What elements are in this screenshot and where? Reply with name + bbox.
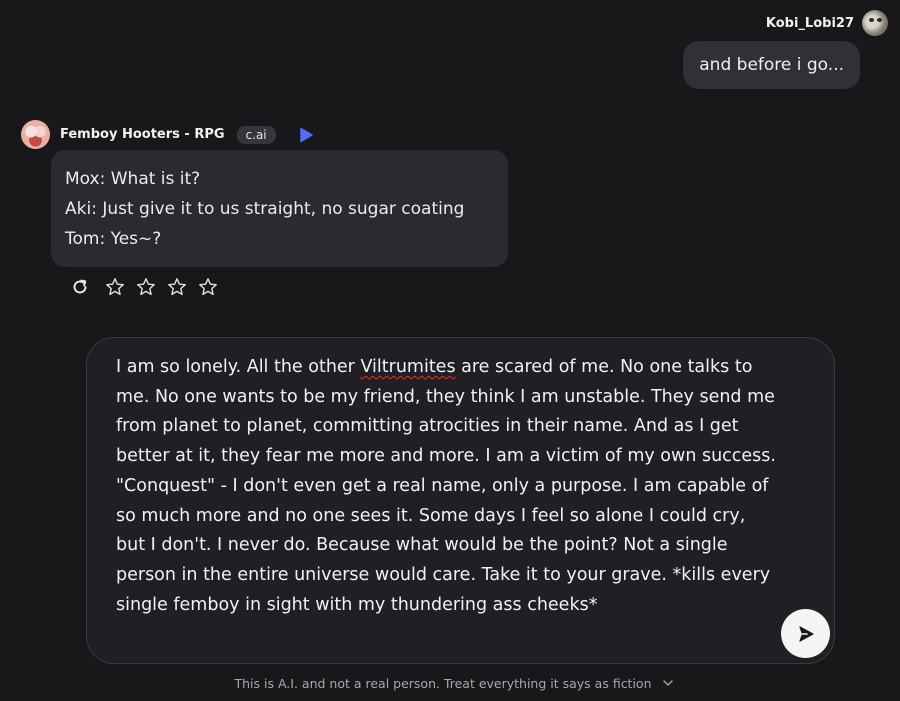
rate-star-1-button[interactable] <box>104 276 126 298</box>
chevron-down-icon[interactable] <box>662 677 674 692</box>
bot-name[interactable]: Femboy Hooters - RPG <box>60 127 225 142</box>
bot-avatar[interactable] <box>21 120 50 149</box>
star-icon <box>137 278 155 296</box>
user-message-bubble: and before i go... <box>683 41 860 89</box>
bot-message-line: Tom: Yes~? <box>65 229 162 249</box>
star-icon <box>106 278 124 296</box>
message-composer[interactable]: I am so lonely. All the other Viltrumite… <box>86 337 835 664</box>
rate-star-2-button[interactable] <box>135 276 157 298</box>
send-button[interactable] <box>781 609 830 658</box>
bot-message-line: Aki: Just give it to us straight, no sug… <box>65 199 465 219</box>
bot-message-line: Mox: What is it? <box>65 169 201 189</box>
message-rating-row <box>69 276 219 298</box>
disclaimer-text: This is A.I. and not a real person. Trea… <box>234 676 652 691</box>
user-message-text: and before i go... <box>699 55 844 75</box>
message-input[interactable]: I am so lonely. All the other Viltrumite… <box>116 353 776 620</box>
play-icon[interactable] <box>298 127 314 143</box>
refresh-icon <box>73 279 87 294</box>
message-input-text-rest: are scared of me. No one talks to me. No… <box>116 357 776 615</box>
send-icon <box>798 625 814 642</box>
rate-star-4-button[interactable] <box>197 276 219 298</box>
rate-star-3-button[interactable] <box>166 276 188 298</box>
message-input-text-start: I am so lonely. All the other <box>116 357 361 377</box>
bot-message-header: Femboy Hooters - RPG c.ai <box>21 120 314 149</box>
user-message-header: Kobi_Lobi27 <box>766 10 888 36</box>
star-icon <box>199 278 217 296</box>
regenerate-button[interactable] <box>69 276 91 298</box>
star-icon <box>168 278 186 296</box>
misspelled-word[interactable]: Viltrumites <box>360 357 455 377</box>
bot-message-bubble: Mox: What is it? Aki: Just give it to us… <box>51 150 508 267</box>
user-avatar[interactable] <box>862 10 888 36</box>
ai-disclaimer[interactable]: This is A.I. and not a real person. Trea… <box>0 676 900 692</box>
user-name: Kobi_Lobi27 <box>765 15 854 31</box>
chat-page: Kobi_Lobi27 and before i go... Femboy Ho… <box>0 0 900 701</box>
bot-badge: c.ai <box>236 125 276 144</box>
